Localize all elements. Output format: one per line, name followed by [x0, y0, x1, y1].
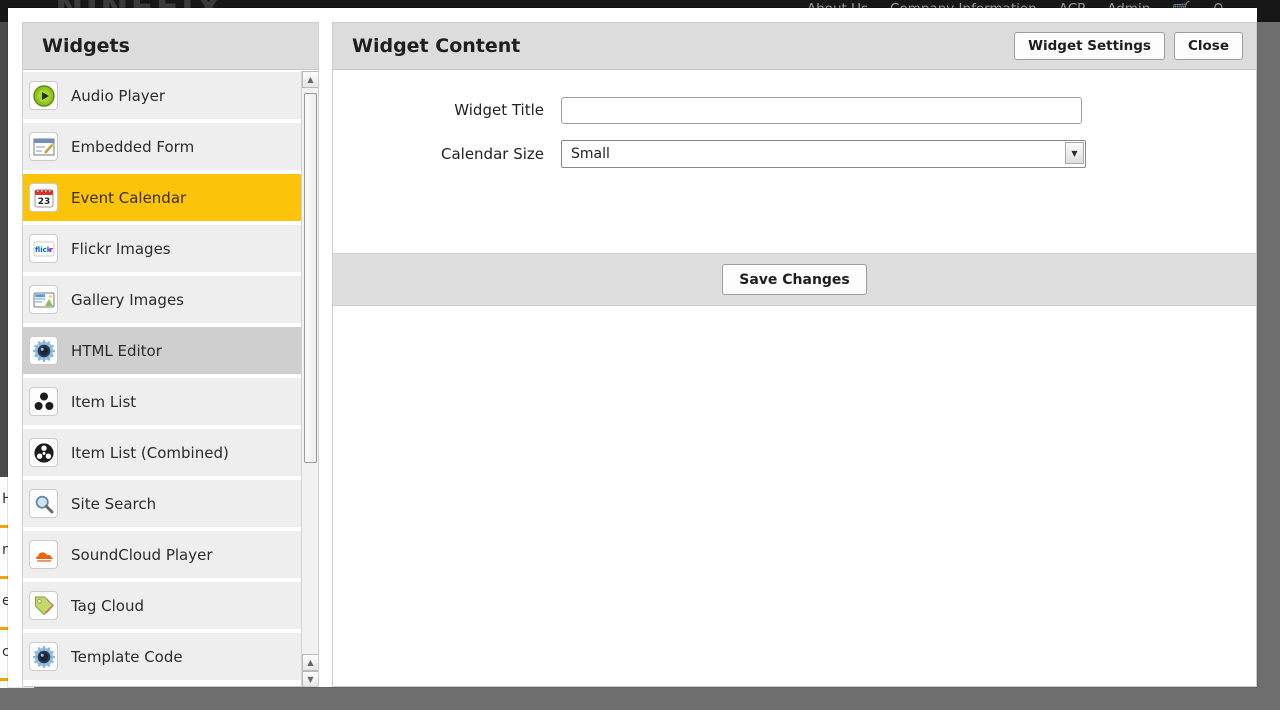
widget-list-item[interactable]: Tag Cloud — [23, 582, 302, 633]
save-bar: Save Changes — [333, 253, 1256, 306]
widget-list[interactable]: Audio Player Embedded Form 23 Event Calenda… — [23, 70, 318, 686]
widget-list-item[interactable]: Item List — [23, 378, 302, 429]
page-title: Widget Content — [352, 35, 521, 57]
widget-list-item[interactable]: flick r Flickr Images — [23, 225, 302, 276]
widget-content-panel: Widget Content Widget Settings Close Wid… — [332, 22, 1257, 687]
widget-content-header: Widget Content Widget Settings Close — [333, 23, 1256, 70]
widget-title-row: Widget Title ? — [333, 88, 1256, 132]
scroll-down-button[interactable]: ▼ — [302, 671, 318, 686]
embedded-form-icon — [29, 132, 58, 161]
svg-text:r: r — [49, 246, 53, 254]
calendar-size-select[interactable]: Small — [561, 140, 1086, 168]
widget-list-item[interactable]: Site Search — [23, 480, 302, 531]
widget-list-item[interactable]: SoundCloud Player — [23, 531, 302, 582]
event-calendar-icon: 23 — [29, 183, 58, 212]
item-list-icon — [29, 387, 58, 416]
scrollbar-thumb[interactable] — [304, 93, 317, 463]
widget-list-item-label: Site Search — [71, 494, 157, 513]
widget-content-body — [333, 307, 1256, 686]
widget-list-item[interactable]: Embedded Form — [23, 123, 302, 174]
widget-list-item[interactable]: Item List (Combined) — [23, 429, 302, 480]
save-changes-button[interactable]: Save Changes — [722, 264, 867, 295]
tag-cloud-icon — [29, 591, 58, 620]
widget-list-item-label: Event Calendar — [71, 188, 187, 207]
gallery-images-icon — [29, 285, 58, 314]
widget-settings-form: Widget Title ? Calendar Size Small ▼ ? S… — [333, 70, 1256, 686]
widget-list-scrollbar[interactable]: ▲ ▲ ▼ — [301, 71, 318, 686]
soundcloud-icon — [29, 540, 58, 569]
widget-list-item-label: Item List (Combined) — [71, 443, 229, 462]
scroll-up-button-bottom[interactable]: ▲ — [302, 654, 318, 671]
widget-title-input[interactable] — [561, 96, 1082, 124]
widget-list-item[interactable]: Gallery Images — [23, 276, 302, 327]
widget-list-item-label: Flickr Images — [71, 239, 171, 258]
widget-title-label: Widget Title — [454, 101, 544, 119]
widget-list-item-label: HTML Editor — [71, 341, 162, 360]
widgets-panel-title: Widgets — [42, 35, 130, 57]
widget-list-item-label: SoundCloud Player — [71, 545, 213, 564]
calendar-size-select-wrap: Small ▼ — [561, 140, 1086, 168]
site-search-icon — [29, 489, 58, 518]
widgets-panel-header: Widgets — [23, 23, 318, 70]
scroll-up-button[interactable]: ▲ — [302, 71, 318, 88]
widgets-panel: Widgets Audio Player Embedded Form 23 Event… — [22, 22, 319, 687]
widget-list-item-label: Gallery Images — [71, 290, 184, 309]
svg-text:23: 23 — [37, 197, 50, 207]
widget-list-item[interactable]: Template Code — [23, 633, 302, 684]
widget-manager-modal: Widgets Audio Player Embedded Form 23 Event… — [8, 8, 1257, 687]
flickr-icon: flick r — [29, 234, 58, 263]
widget-list-item-label: Embedded Form — [71, 137, 195, 156]
close-button[interactable]: Close — [1173, 32, 1243, 60]
widget-list-item-label: Item List — [71, 392, 137, 411]
widget-list-item[interactable]: HTML Editor — [23, 327, 302, 378]
widget-list-item[interactable]: 23 Event Calendar — [23, 174, 302, 225]
calendar-size-row: Calendar Size Small ▼ ? — [333, 132, 1256, 176]
calendar-size-label: Calendar Size — [440, 145, 544, 163]
widget-list-item-label: Template Code — [71, 647, 183, 666]
item-list-combined-icon — [29, 438, 58, 467]
html-editor-icon — [29, 336, 58, 365]
template-code-icon — [29, 642, 58, 671]
chevron-down-icon[interactable]: ▼ — [1065, 142, 1084, 164]
page-root: NINEFIX About Us Company Information ACP… — [0, 0, 1280, 710]
widget-list-item-label: Audio Player — [71, 86, 166, 105]
background-bottom-bar — [0, 688, 1280, 710]
widget-list-item-label: Tag Cloud — [71, 596, 145, 615]
widget-settings-button[interactable]: Widget Settings — [1014, 32, 1165, 60]
widget-list-item[interactable]: Audio Player — [23, 72, 302, 123]
audio-player-icon — [29, 81, 58, 110]
